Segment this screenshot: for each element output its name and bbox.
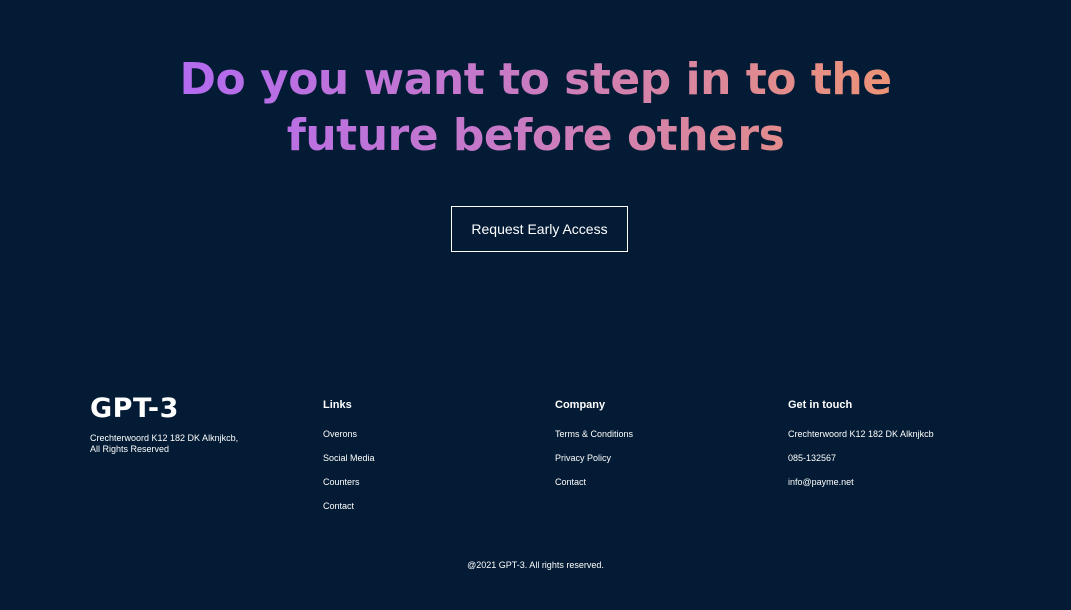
footer-link-terms[interactable]: Terms & Conditions <box>555 429 755 440</box>
contact-address: Crechterwoord K12 182 DK Alknjkcb <box>788 429 934 439</box>
cta-container: Do you want to step in to the future bef… <box>0 52 1071 164</box>
footer-link-social-media[interactable]: Social Media <box>323 453 523 464</box>
footer-link-overons[interactable]: Overons <box>323 429 523 440</box>
contact-email[interactable]: info@payme.net <box>788 477 1008 488</box>
company-title: Company <box>555 399 606 411</box>
request-early-access-button[interactable]: Request Early Access <box>451 206 628 252</box>
footer-link-counters[interactable]: Counters <box>323 477 523 488</box>
footer-brand: GPT-3 Crechterwoord K12 182 DK Alknjkcb,… <box>90 392 300 455</box>
copyright-text: @2021 GPT-3. All rights reserved. <box>467 560 604 570</box>
links-list: Overons Social Media Counters Contact <box>323 429 523 512</box>
footer-address: Crechterwoord K12 182 DK Alknjkcb, All R… <box>90 433 300 455</box>
footer-link-privacy-policy[interactable]: Privacy Policy <box>555 453 755 464</box>
footer-link-contact[interactable]: Contact <box>323 501 523 512</box>
footer-company-column: Company Terms & Conditions Privacy Polic… <box>555 392 755 501</box>
address-line: Crechterwoord K12 182 DK Alknjkcb, <box>90 433 239 443</box>
rights-line: All Rights Reserved <box>90 444 170 454</box>
footer: GPT-3 Crechterwoord K12 182 DK Alknjkcb,… <box>0 392 1071 610</box>
footer-link-company-contact[interactable]: Contact <box>555 477 755 488</box>
links-title: Links <box>323 399 352 411</box>
cta-headline: Do you want to step in to the future bef… <box>106 52 966 164</box>
logo[interactable]: GPT-3 <box>90 392 300 426</box>
get-in-touch-title: Get in touch <box>788 399 853 411</box>
footer-contact-column: Get in touch Crechterwoord K12 182 DK Al… <box>788 392 1008 501</box>
contact-phone[interactable]: 085-132567 <box>788 453 1008 464</box>
contact-list: Crechterwoord K12 182 DK Alknjkcb 085-13… <box>788 429 1008 488</box>
company-list: Terms & Conditions Privacy Policy Contac… <box>555 429 755 488</box>
footer-links-column: Links Overons Social Media Counters Cont… <box>323 392 523 525</box>
